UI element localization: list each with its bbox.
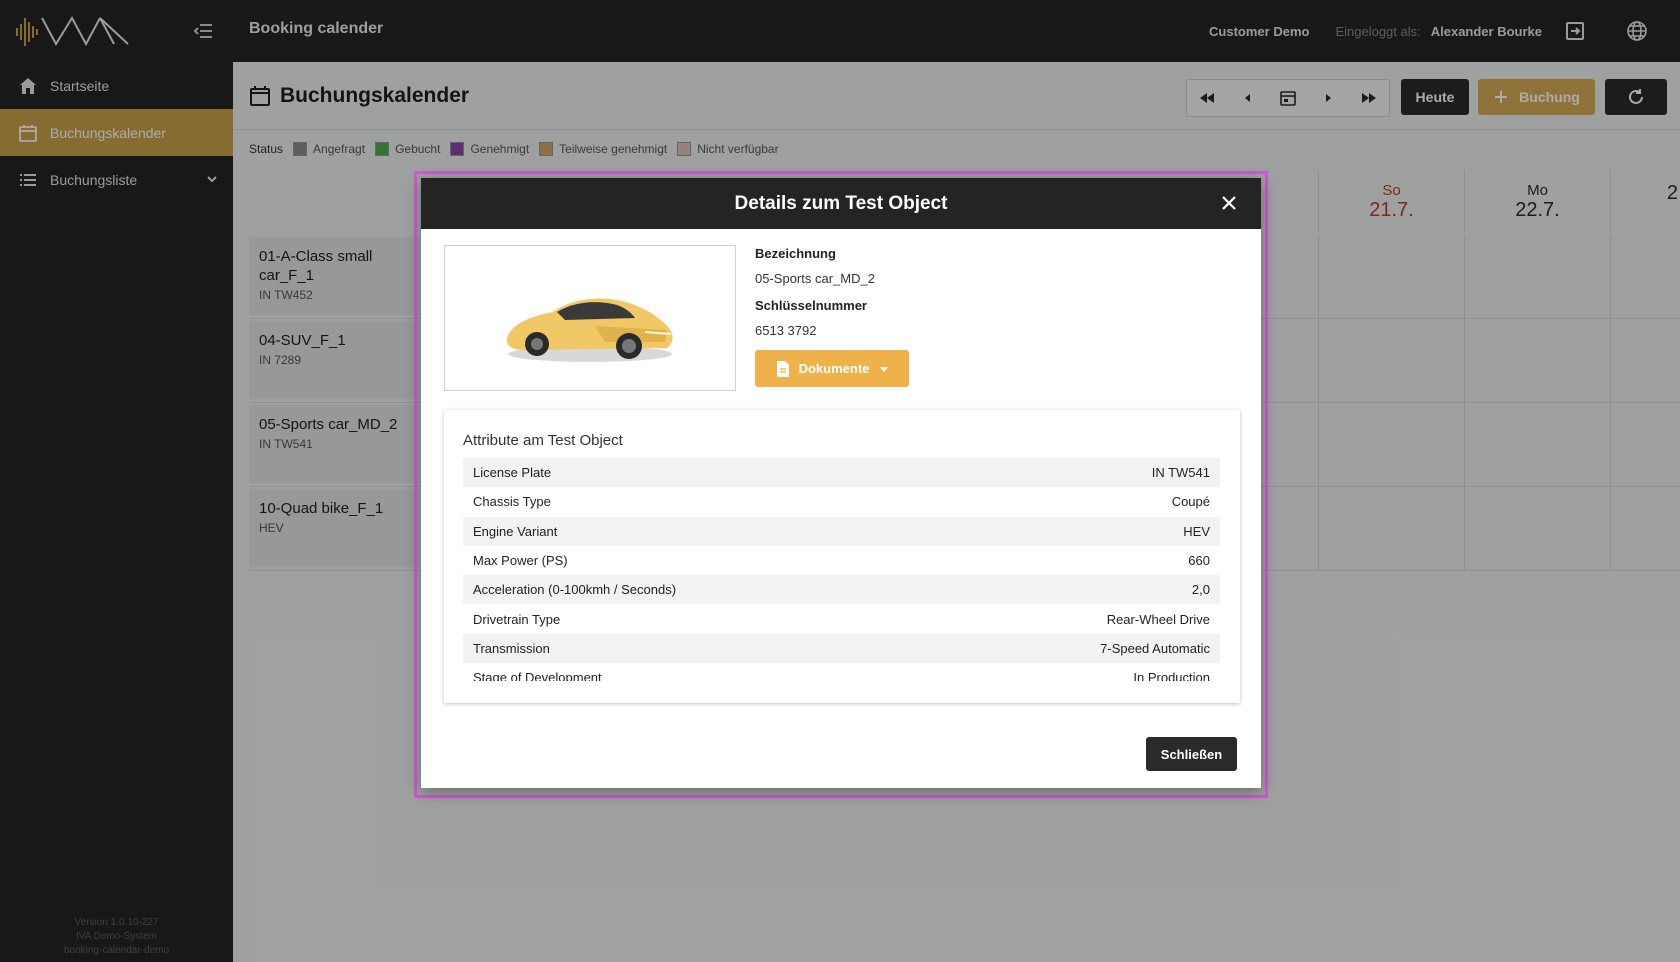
attribute-row: Engine Variant HEV bbox=[463, 516, 1220, 546]
attribute-value: In Production bbox=[1133, 670, 1210, 681]
attribute-key: Transmission bbox=[473, 640, 550, 656]
attributes-card: Attribute am Test Object License Plate IN… bbox=[444, 410, 1240, 703]
attribute-row: Transmission 7-Speed Automatic bbox=[463, 633, 1220, 664]
close-button[interactable]: Schließen bbox=[1146, 737, 1237, 771]
sports-car-image bbox=[506, 298, 673, 362]
bezeichnung-label: Bezeichnung bbox=[755, 246, 836, 261]
bezeichnung-value: 05-Sports car_MD_2 bbox=[755, 271, 875, 286]
attribute-value: 2,0 bbox=[1191, 582, 1210, 598]
attribute-row: License Plate IN TW541 bbox=[463, 458, 1220, 488]
attributes-title: Attribute am Test Object bbox=[463, 432, 623, 449]
attribute-key: Chassis Type bbox=[473, 494, 551, 510]
object-info: Bezeichnung 05-Sports car_MD_2 Schlüssel… bbox=[755, 246, 909, 387]
schluessel-value: 6513 3792 bbox=[755, 323, 817, 338]
attribute-value: 7-Speed Automatic bbox=[1100, 640, 1210, 656]
attribute-value: HEV bbox=[1183, 523, 1210, 539]
attribute-key: Acceleration (0-100kmh / Seconds) bbox=[473, 582, 677, 598]
dialog-header: Details zum Test Object bbox=[421, 178, 1261, 229]
attribute-key: Engine Variant bbox=[473, 523, 558, 539]
attribute-value: Rear-Wheel Drive bbox=[1106, 611, 1210, 627]
document-icon bbox=[776, 360, 789, 377]
caret-down-icon bbox=[880, 366, 889, 372]
attribute-row: Drivetrain Type Rear-Wheel Drive bbox=[463, 604, 1220, 633]
attribute-value: IN TW541 bbox=[1151, 465, 1210, 481]
attribute-row: Max Power (PS) 660 bbox=[463, 546, 1220, 575]
object-image bbox=[444, 245, 736, 391]
documents-dropdown-button[interactable]: Dokumente bbox=[755, 350, 909, 387]
attribute-value: Coupé bbox=[1171, 494, 1210, 510]
attribute-key: Max Power (PS) bbox=[473, 553, 568, 569]
attribute-key: Drivetrain Type bbox=[473, 611, 561, 627]
attribute-row: Chassis Type Coupé bbox=[463, 487, 1220, 516]
attribute-key: License Plate bbox=[473, 465, 552, 481]
schluessel-label: Schlüsselnummer bbox=[755, 298, 867, 313]
documents-label: Dokumente bbox=[798, 361, 870, 376]
attribute-value: 660 bbox=[1188, 553, 1210, 569]
attribute-key: Stage of Development bbox=[473, 670, 602, 681]
attribute-row: Stage of Development In Production bbox=[463, 663, 1220, 681]
attribute-row: Acceleration (0-100kmh / Seconds) 2,0 bbox=[463, 575, 1220, 605]
attributes-table[interactable]: License Plate IN TW541 Chassis Type Coupé … bbox=[463, 458, 1220, 681]
close-icon[interactable] bbox=[1219, 193, 1239, 213]
dialog-title: Details zum Test Object bbox=[734, 192, 948, 214]
details-dialog: Details zum Test Object Bezeichnung 05-S… bbox=[421, 178, 1261, 788]
